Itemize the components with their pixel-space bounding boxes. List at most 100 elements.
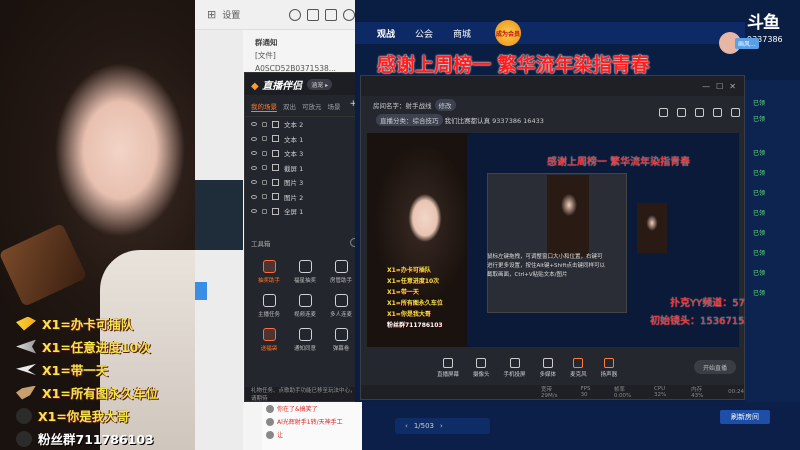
user-name[interactable]: 画风... [735,38,759,49]
settings-menu[interactable]: 设置 [222,8,240,21]
lock-icon[interactable] [262,121,267,127]
nested-camera [547,175,589,257]
douyu-brand: 斗鱼 9337386 画风... [719,8,800,58]
nav-shop[interactable]: 商城 [453,27,471,40]
list-item[interactable]: 已领 [753,148,765,157]
eye-icon[interactable] [251,194,257,199]
chat-row[interactable]: Al光辉射手1转/天神手工 [262,415,362,428]
layer-item[interactable]: 全屏 1 [245,204,363,219]
member-badge[interactable]: 成为会员 [495,20,521,46]
pager[interactable]: ‹ 1/503 › [395,418,490,434]
chat-row[interactable]: 你在了&搞笑了 [262,402,362,415]
command-icon [16,316,36,331]
room-category[interactable]: 直播分类：综合技巧 [376,113,443,126]
layer-item[interactable]: 截屏 1 [245,161,363,176]
lock-icon[interactable] [262,165,267,171]
tab-my-scene[interactable]: 我的场景 [251,101,277,112]
list-item[interactable]: 已领 [753,228,765,237]
tool-label: 房管助手 [329,278,352,284]
lock-icon[interactable] [262,179,267,185]
tool-lucky-draw[interactable]: 福星抽奖 [287,260,323,284]
start-stream-button[interactable]: 开始直播 [694,360,736,374]
lock-icon[interactable] [262,194,267,200]
layer-item[interactable]: 图片 2 [245,190,363,205]
list-item[interactable]: 已领 [753,268,765,277]
bag-icon[interactable] [695,108,704,117]
window-titlebar: — ☐ ✕ [361,76,744,96]
list-item[interactable]: 已领 [753,114,765,123]
list-item[interactable]: 已领 [753,208,765,217]
eye-icon[interactable] [251,165,257,170]
minimize-icon[interactable]: — [702,82,710,91]
tool-notify[interactable]: 通知同意 [287,328,323,352]
edit-room-button[interactable]: 修改 [434,98,456,111]
eye-icon[interactable] [251,151,257,156]
list-item[interactable]: 已领 [753,168,765,177]
tool-multi-link[interactable]: 多人连麦 [323,294,359,318]
tool-lucky-bag[interactable]: 送福袋 [251,328,287,352]
bullet-text: 粉丝群711786103 [38,432,154,447]
preview-bullet: X1=任意进度10次 [387,278,440,285]
notice-title: 群通知 [255,38,278,47]
pager-prev-icon[interactable]: ‹ [405,422,408,430]
eye-icon[interactable] [251,209,257,214]
monitor-icon [443,358,453,368]
tool-lottery[interactable]: 抽奖助手 [251,260,287,284]
list-item[interactable]: 已领 [753,248,765,257]
tool-danmaku[interactable]: 弹幕卷 [323,328,359,352]
nav-watch[interactable]: 观战 [377,27,395,40]
bird-icon [16,407,32,424]
more-icon[interactable] [343,8,355,21]
tool-video-link[interactable]: 视频连麦 [287,294,323,318]
grid-icon[interactable]: ⊞ [207,8,216,21]
wechat-toolbar: ⊞ 设置 [195,0,355,30]
layer-item[interactable]: 文本 1 [245,132,363,147]
lock-icon[interactable] [262,136,267,142]
layer-item[interactable]: 文本 2 [245,117,363,132]
chat-row[interactable]: 让 [262,428,362,441]
layer-item[interactable]: 图片 3 [245,175,363,190]
tab-4[interactable]: 场景 [328,101,341,112]
refresh-room-button[interactable]: 刷新房间 [720,410,770,424]
lock-icon[interactable] [659,108,668,117]
phone-cast-button[interactable]: 手机投屏 [504,358,526,378]
eye-icon[interactable] [251,136,257,141]
tool-room-admin[interactable]: 房管助手 [323,260,359,284]
layer-label: 截屏 1 [284,164,304,173]
screen-share-icon[interactable] [325,8,337,21]
media-button[interactable]: 多媒体 [539,358,557,378]
eye-icon[interactable] [251,122,257,127]
tool-host-task[interactable]: 主播任务 [251,294,287,318]
pager-next-icon[interactable]: › [440,422,443,430]
phone-icon[interactable] [289,8,301,21]
video-icon[interactable] [307,8,319,21]
account-pill[interactable]: 涵宠 ▸ [307,78,333,90]
layer-item[interactable]: 文本 3 [245,146,363,161]
tab-3[interactable]: 可放元 [302,101,322,112]
list-item[interactable]: 已领 [753,288,765,297]
camera-icon [476,358,487,368]
tab-2[interactable]: 双出 [283,101,296,112]
camera-button[interactable]: 摄像头 [473,358,490,378]
nav-guild[interactable]: 公会 [415,27,433,40]
zhibo-footer: 礼物任务、点歌助手功能已移至玩法中心，敬请期待 [245,387,363,402]
microphone-button[interactable]: 麦克风 [570,358,587,378]
maximize-icon[interactable]: ☐ [716,82,723,91]
close-icon[interactable]: ✕ [729,82,736,91]
douyu-right-list: 已领 已领 已领 已领 已领 已领 已领 已领 已领 已领 [745,80,800,410]
bullet-text: X1=所有图永久车位 [42,386,159,401]
lock-icon[interactable] [262,150,267,156]
media-icon [542,358,553,368]
group-notice[interactable]: 群通知 [文件] A0SCD52B0371538... [255,36,355,75]
list-item[interactable]: 已领 [753,188,765,197]
lock-icon[interactable] [262,208,267,214]
unlock-icon[interactable] [677,108,686,117]
chart-icon[interactable] [731,108,740,117]
eye-icon[interactable] [251,180,257,185]
screen-capture-button[interactable]: 直播屏幕 [437,358,459,378]
mute-icon[interactable] [713,108,722,117]
control-label: 多媒体 [539,372,557,378]
list-item[interactable]: 已领 [753,98,765,107]
chat-text: 你在了&搞笑了 [277,406,318,413]
speaker-button[interactable]: 扬声器 [601,358,617,378]
